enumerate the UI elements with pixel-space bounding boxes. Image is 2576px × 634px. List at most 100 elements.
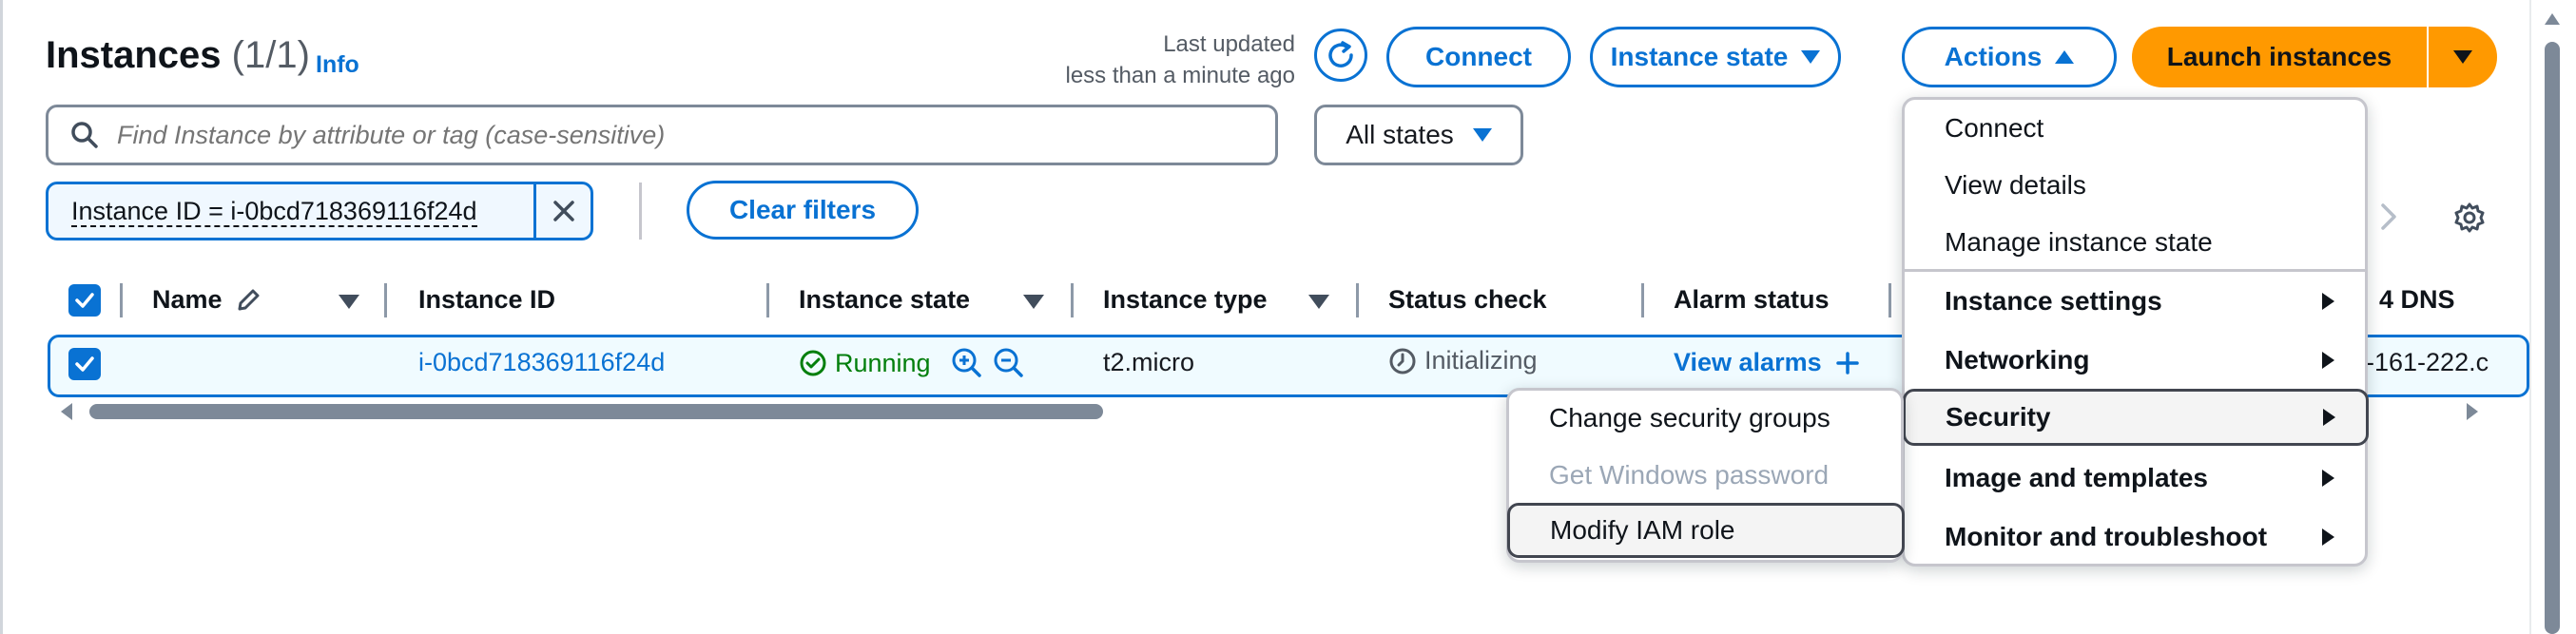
launch-instances-button[interactable]: Launch instances [2132,27,2427,87]
instance-state-label: Instance state [1610,42,1789,71]
column-header-instance-id[interactable]: Instance ID [418,285,555,315]
pending-clock-icon [1389,348,1416,374]
filter-token: Instance ID = i-0bcd718369116f24d [46,182,593,240]
view-alarms-label: View alarms [1674,348,1822,376]
menu-item-label: Manage instance state [1945,227,2213,257]
next-page-icon[interactable] [2377,200,2400,234]
sort-icon[interactable] [339,295,359,309]
submenu-arrow-icon [2322,352,2334,369]
status-check-cell: Initializing [1388,346,1538,375]
refresh-button[interactable] [1314,29,1367,82]
caret-down-icon [1801,50,1821,64]
edit-pencil-icon [238,289,260,310]
menu-item-connect[interactable]: Connect [1905,100,2365,157]
connect-button-label: Connect [1425,42,1532,71]
menu-item-networking[interactable]: Networking [1905,332,2365,389]
add-icon [1835,351,1859,375]
submenu-item-label: Get Windows password [1549,460,1830,490]
instance-count: (1/1) [231,34,310,76]
horizontal-scrollbar[interactable] [89,404,1103,419]
remove-filter-button[interactable] [533,184,591,238]
actions-button[interactable]: Actions [1902,27,2117,87]
submenu-arrow-icon [2322,293,2334,310]
menu-item-label: Monitor and troubleshoot [1945,522,2268,551]
info-link[interactable]: Info [316,51,359,79]
row-checkbox[interactable] [68,348,101,380]
submenu-arrow-icon [2322,470,2334,487]
refresh-icon [1328,41,1353,67]
menu-item-security[interactable]: Security [1903,389,2369,446]
menu-item-label: Networking [1945,345,2090,375]
column-header-label: Status check [1388,285,1547,314]
submenu-arrow-icon [2322,528,2334,546]
last-updated-label: Last updated [1163,31,1295,57]
window-edge [0,0,3,634]
view-alarms-link[interactable]: View alarms [1674,348,1860,377]
column-header-name[interactable]: Name [152,285,262,315]
column-separator [1888,283,1891,317]
submenu-item-modify-iam-role[interactable]: Modify IAM role [1507,503,1905,558]
caret-down-icon [2453,50,2472,64]
last-updated-value: less than a minute ago [1065,63,1296,88]
sort-icon[interactable] [1023,295,1044,309]
scroll-right-arrow[interactable] [2467,403,2478,420]
column-separator [1071,283,1074,317]
close-icon [552,201,574,221]
column-header-label: Alarm status [1674,285,1830,314]
submenu-item-change-security-groups[interactable]: Change security groups [1509,391,1901,446]
search-icon [71,122,98,148]
gear-icon[interactable] [2453,202,2486,234]
menu-item-view-details[interactable]: View details [1905,157,2365,214]
public-dns-cell: -161-222.c [2366,348,2489,376]
menu-divider [1905,269,2365,272]
connect-button[interactable]: Connect [1386,27,1571,87]
menu-item-image-and-templates[interactable]: Image and templates [1905,450,2365,507]
menu-item-instance-settings[interactable]: Instance settings [1905,273,2365,330]
column-header-instance-state[interactable]: Instance state [799,285,970,315]
menu-item-monitor-and-troubleshoot[interactable]: Monitor and troubleshoot [1905,509,2365,566]
success-check-icon [800,350,826,376]
column-header-instance-type[interactable]: Instance type [1103,285,1268,315]
instance-id-link[interactable]: i-0bcd718369116f24d [418,348,665,377]
search-field[interactable] [46,105,1278,165]
vertical-scrollbar[interactable] [2545,42,2560,634]
menu-item-label: Connect [1945,113,2044,143]
select-all-checkbox[interactable] [68,284,101,317]
column-header-status-check[interactable]: Status check [1388,285,1547,315]
states-select-value: All states [1346,120,1454,149]
page-title-text: Instances [46,34,222,76]
scroll-left-arrow[interactable] [61,403,72,420]
filter-token-label[interactable]: Instance ID = i-0bcd718369116f24d [48,196,533,227]
column-header-label: Instance type [1103,285,1268,314]
instance-state-cell: Running [799,346,1026,380]
column-separator [120,283,123,317]
filter-divider [639,183,642,240]
submenu-item-get-windows-password: Get Windows password [1509,448,1901,503]
status-check-text: Initializing [1424,346,1538,375]
submenu-item-label: Modify IAM role [1550,515,1735,545]
menu-item-label: Security [1946,402,2051,432]
column-header-label: Instance state [799,285,971,314]
filter-token-text: Instance ID = i-0bcd718369116f24d [71,196,477,227]
scroll-up-arrow[interactable] [2545,13,2560,25]
column-separator [1356,283,1359,317]
menu-item-manage-instance-state[interactable]: Manage instance state [1905,214,2365,271]
zoom-out-icon[interactable] [992,346,1026,380]
clear-filters-button[interactable]: Clear filters [687,181,919,240]
column-separator [1641,283,1644,317]
column-header-public-dns[interactable]: 4 DNS [2379,285,2455,315]
launch-options-button[interactable] [2429,27,2497,87]
column-header-label: 4 DNS [2379,285,2455,314]
states-select[interactable]: All states [1314,105,1523,165]
caret-down-icon [1472,128,1492,142]
instance-state-button[interactable]: Instance state [1590,27,1841,87]
check-icon [75,356,94,372]
security-submenu: Change security groups Get Windows passw… [1506,388,1905,563]
menu-item-label: View details [1945,170,2086,200]
menu-item-label: Image and templates [1945,463,2208,492]
search-input[interactable] [117,120,1239,150]
actions-menu: Connect View details Manage instance sta… [1902,97,2369,567]
sort-icon[interactable] [1308,295,1329,309]
zoom-in-icon[interactable] [950,346,984,380]
column-header-alarm-status[interactable]: Alarm status [1674,285,1830,315]
